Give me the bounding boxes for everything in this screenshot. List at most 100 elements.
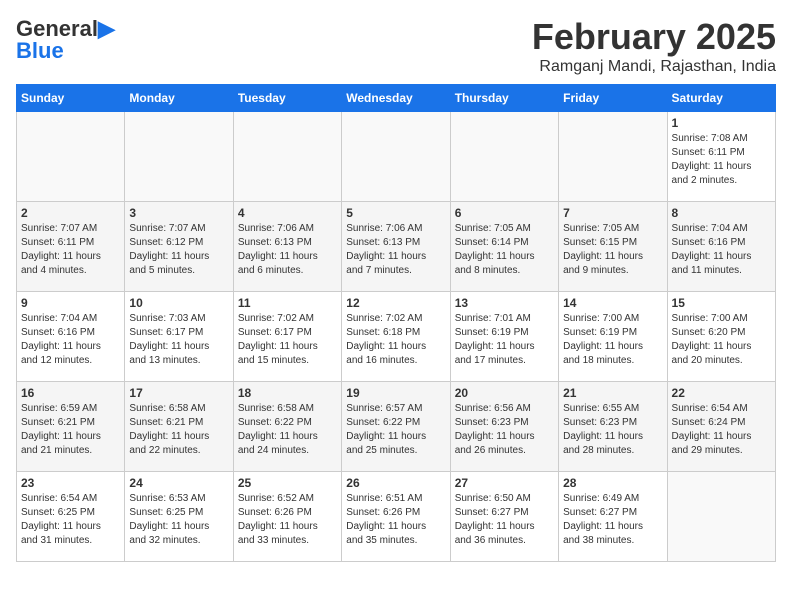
day-info: Sunrise: 7:00 AM Sunset: 6:20 PM Dayligh… (672, 312, 771, 368)
day-cell: 23 Sunrise: 6:54 AM Sunset: 6:25 PM Dayli… (17, 472, 125, 562)
day-cell: 1 Sunrise: 7:08 AM Sunset: 6:11 PM Daylig… (667, 112, 775, 202)
day-number: 28 (563, 476, 662, 490)
week-row-1: 1 Sunrise: 7:08 AM Sunset: 6:11 PM Daylig… (17, 112, 776, 202)
week-row-5: 23 Sunrise: 6:54 AM Sunset: 6:25 PM Dayli… (17, 472, 776, 562)
day-info: Sunrise: 6:53 AM Sunset: 6:25 PM Dayligh… (129, 492, 228, 548)
day-cell: 22 Sunrise: 6:54 AM Sunset: 6:24 PM Dayli… (667, 382, 775, 472)
day-info: Sunrise: 7:08 AM Sunset: 6:11 PM Dayligh… (672, 132, 771, 188)
day-info: Sunrise: 7:07 AM Sunset: 6:12 PM Dayligh… (129, 222, 228, 278)
day-number: 14 (563, 296, 662, 310)
day-number: 11 (238, 296, 337, 310)
header-friday: Friday (559, 85, 667, 112)
day-cell: 5 Sunrise: 7:06 AM Sunset: 6:13 PM Daylig… (342, 202, 450, 292)
day-info: Sunrise: 7:07 AM Sunset: 6:11 PM Dayligh… (21, 222, 120, 278)
day-number: 9 (21, 296, 120, 310)
day-info: Sunrise: 6:49 AM Sunset: 6:27 PM Dayligh… (563, 492, 662, 548)
day-cell: 19Sunrise: 6:57 AM Sunset: 6:22 PM Dayli… (342, 382, 450, 472)
day-number: 1 (672, 116, 771, 130)
header-saturday: Saturday (667, 85, 775, 112)
day-info: Sunrise: 7:04 AM Sunset: 6:16 PM Dayligh… (21, 312, 120, 368)
day-number: 17 (129, 386, 228, 400)
day-cell (17, 112, 125, 202)
day-cell: 26 Sunrise: 6:51 AM Sunset: 6:26 PM Dayli… (342, 472, 450, 562)
day-number: 13 (455, 296, 554, 310)
day-number: 4 (238, 206, 337, 220)
day-cell (667, 472, 775, 562)
week-row-2: 2Sunrise: 7:07 AM Sunset: 6:11 PM Daylig… (17, 202, 776, 292)
day-cell: 6 Sunrise: 7:05 AM Sunset: 6:14 PM Daylig… (450, 202, 558, 292)
day-number: 21 (563, 386, 662, 400)
day-cell: 24 Sunrise: 6:53 AM Sunset: 6:25 PM Dayli… (125, 472, 233, 562)
day-cell (233, 112, 341, 202)
day-number: 3 (129, 206, 228, 220)
day-cell: 10 Sunrise: 7:03 AM Sunset: 6:17 PM Dayli… (125, 292, 233, 382)
calendar-header-row: SundayMondayTuesdayWednesdayThursdayFrid… (17, 85, 776, 112)
day-info: Sunrise: 6:55 AM Sunset: 6:23 PM Dayligh… (563, 402, 662, 458)
day-number: 25 (238, 476, 337, 490)
day-cell: 11 Sunrise: 7:02 AM Sunset: 6:17 PM Dayli… (233, 292, 341, 382)
week-row-3: 9 Sunrise: 7:04 AM Sunset: 6:16 PM Daylig… (17, 292, 776, 382)
day-number: 26 (346, 476, 445, 490)
header-wednesday: Wednesday (342, 85, 450, 112)
day-info: Sunrise: 6:50 AM Sunset: 6:27 PM Dayligh… (455, 492, 554, 548)
logo: General▶ Blue (16, 16, 115, 64)
day-info: Sunrise: 6:58 AM Sunset: 6:22 PM Dayligh… (238, 402, 337, 458)
title-section: February 2025 Ramganj Mandi, Rajasthan, … (532, 16, 776, 76)
calendar-subtitle: Ramganj Mandi, Rajasthan, India (532, 58, 776, 76)
day-cell: 12Sunrise: 7:02 AM Sunset: 6:18 PM Dayli… (342, 292, 450, 382)
day-cell: 7Sunrise: 7:05 AM Sunset: 6:15 PM Daylig… (559, 202, 667, 292)
day-cell: 18 Sunrise: 6:58 AM Sunset: 6:22 PM Dayli… (233, 382, 341, 472)
day-cell: 27 Sunrise: 6:50 AM Sunset: 6:27 PM Dayli… (450, 472, 558, 562)
page-header: General▶ Blue February 2025 Ramganj Mand… (16, 16, 776, 76)
day-info: Sunrise: 7:02 AM Sunset: 6:18 PM Dayligh… (346, 312, 445, 368)
header-monday: Monday (125, 85, 233, 112)
day-cell: 15 Sunrise: 7:00 AM Sunset: 6:20 PM Dayli… (667, 292, 775, 382)
day-number: 23 (21, 476, 120, 490)
day-number: 15 (672, 296, 771, 310)
day-info: Sunrise: 6:54 AM Sunset: 6:25 PM Dayligh… (21, 492, 120, 548)
day-number: 5 (346, 206, 445, 220)
day-info: Sunrise: 7:05 AM Sunset: 6:14 PM Dayligh… (455, 222, 554, 278)
day-cell: 14Sunrise: 7:00 AM Sunset: 6:19 PM Dayli… (559, 292, 667, 382)
day-info: Sunrise: 7:01 AM Sunset: 6:19 PM Dayligh… (455, 312, 554, 368)
day-cell: 16Sunrise: 6:59 AM Sunset: 6:21 PM Dayli… (17, 382, 125, 472)
day-info: Sunrise: 7:06 AM Sunset: 6:13 PM Dayligh… (346, 222, 445, 278)
header-thursday: Thursday (450, 85, 558, 112)
day-cell: 28 Sunrise: 6:49 AM Sunset: 6:27 PM Dayli… (559, 472, 667, 562)
day-cell: 21 Sunrise: 6:55 AM Sunset: 6:23 PM Dayli… (559, 382, 667, 472)
day-cell: 17 Sunrise: 6:58 AM Sunset: 6:21 PM Dayli… (125, 382, 233, 472)
day-cell (125, 112, 233, 202)
day-number: 24 (129, 476, 228, 490)
day-number: 18 (238, 386, 337, 400)
day-number: 22 (672, 386, 771, 400)
day-cell: 3 Sunrise: 7:07 AM Sunset: 6:12 PM Daylig… (125, 202, 233, 292)
day-cell (559, 112, 667, 202)
day-number: 10 (129, 296, 228, 310)
week-row-4: 16Sunrise: 6:59 AM Sunset: 6:21 PM Dayli… (17, 382, 776, 472)
day-number: 8 (672, 206, 771, 220)
day-info: Sunrise: 6:51 AM Sunset: 6:26 PM Dayligh… (346, 492, 445, 548)
day-number: 6 (455, 206, 554, 220)
day-info: Sunrise: 6:58 AM Sunset: 6:21 PM Dayligh… (129, 402, 228, 458)
day-info: Sunrise: 7:05 AM Sunset: 6:15 PM Dayligh… (563, 222, 662, 278)
day-info: Sunrise: 7:02 AM Sunset: 6:17 PM Dayligh… (238, 312, 337, 368)
day-info: Sunrise: 6:56 AM Sunset: 6:23 PM Dayligh… (455, 402, 554, 458)
calendar-table: SundayMondayTuesdayWednesdayThursdayFrid… (16, 84, 776, 562)
day-cell: 4 Sunrise: 7:06 AM Sunset: 6:13 PM Daylig… (233, 202, 341, 292)
day-cell: 8Sunrise: 7:04 AM Sunset: 6:16 PM Daylig… (667, 202, 775, 292)
day-cell: 20 Sunrise: 6:56 AM Sunset: 6:23 PM Dayli… (450, 382, 558, 472)
day-cell: 9 Sunrise: 7:04 AM Sunset: 6:16 PM Daylig… (17, 292, 125, 382)
header-tuesday: Tuesday (233, 85, 341, 112)
day-info: Sunrise: 6:54 AM Sunset: 6:24 PM Dayligh… (672, 402, 771, 458)
day-number: 27 (455, 476, 554, 490)
day-info: Sunrise: 7:03 AM Sunset: 6:17 PM Dayligh… (129, 312, 228, 368)
day-info: Sunrise: 6:52 AM Sunset: 6:26 PM Dayligh… (238, 492, 337, 548)
day-info: Sunrise: 6:57 AM Sunset: 6:22 PM Dayligh… (346, 402, 445, 458)
day-cell (342, 112, 450, 202)
day-number: 20 (455, 386, 554, 400)
day-cell (450, 112, 558, 202)
day-info: Sunrise: 7:06 AM Sunset: 6:13 PM Dayligh… (238, 222, 337, 278)
logo-blue: Blue (16, 38, 64, 63)
day-number: 16 (21, 386, 120, 400)
header-sunday: Sunday (17, 85, 125, 112)
